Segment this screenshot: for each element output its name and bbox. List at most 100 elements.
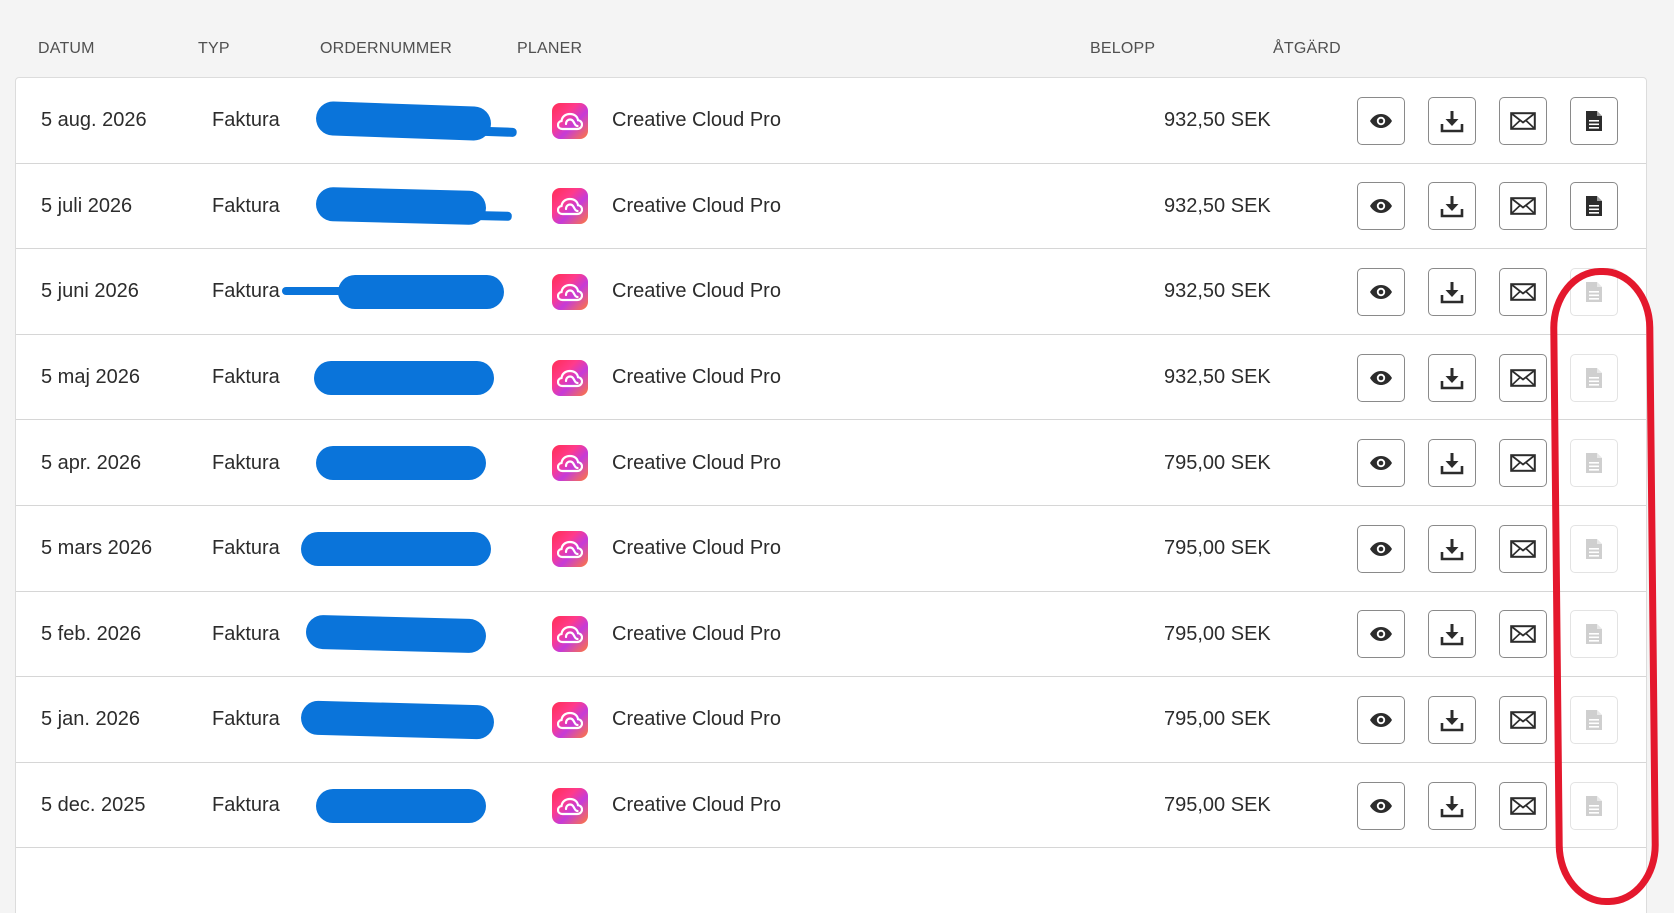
- download-invoice-button[interactable]: [1428, 353, 1476, 402]
- download-invoice-button[interactable]: [1428, 610, 1476, 659]
- eye-icon: [1370, 199, 1392, 214]
- plan-name: Creative Cloud Pro: [612, 537, 781, 560]
- envelope-icon: [1510, 197, 1536, 216]
- view-invoice-button[interactable]: [1357, 267, 1405, 316]
- invoice-type: Faktura: [212, 109, 280, 132]
- document-icon: [1586, 110, 1602, 131]
- document-icon: [1586, 453, 1602, 474]
- download-invoice-button[interactable]: [1428, 695, 1476, 744]
- view-invoice-button[interactable]: [1357, 439, 1405, 488]
- download-invoice-button[interactable]: [1428, 182, 1476, 231]
- view-invoice-button[interactable]: [1357, 695, 1405, 744]
- creative-cloud-icon: [552, 359, 588, 396]
- redaction-mark: [300, 700, 495, 740]
- invoice-date: 5 feb. 2026: [41, 622, 142, 645]
- view-invoice-button[interactable]: [1357, 781, 1405, 830]
- table-header: DATUM TYP ORDERNUMMER PLANER BELOPP ÅTGÄ…: [15, 0, 1647, 77]
- redaction-mark: [282, 274, 504, 309]
- document-icon: [1586, 795, 1602, 816]
- creative-cloud-icon: [552, 701, 588, 738]
- receipt-document-button: [1570, 781, 1618, 830]
- eye-icon: [1370, 284, 1392, 299]
- download-icon: [1440, 281, 1464, 304]
- column-header-plans: PLANER: [517, 40, 583, 57]
- envelope-icon: [1510, 796, 1536, 815]
- receipt-document-button[interactable]: [1570, 182, 1618, 231]
- download-invoice-button[interactable]: [1428, 781, 1476, 830]
- receipt-document-button: [1570, 610, 1618, 659]
- redaction-mark: [316, 788, 486, 823]
- download-invoice-button[interactable]: [1428, 524, 1476, 573]
- eye-icon: [1370, 456, 1392, 471]
- invoice-type: Faktura: [212, 708, 280, 731]
- view-invoice-button[interactable]: [1357, 353, 1405, 402]
- download-invoice-button[interactable]: [1428, 267, 1476, 316]
- email-invoice-button[interactable]: [1499, 781, 1547, 830]
- creative-cloud-icon: [552, 530, 588, 567]
- envelope-icon: [1510, 454, 1536, 472]
- email-invoice-button[interactable]: [1499, 353, 1547, 402]
- invoice-amount: 795,00 SEK: [1164, 794, 1271, 817]
- email-invoice-button[interactable]: [1499, 439, 1547, 488]
- plan-cell: Creative Cloud Pro: [552, 763, 781, 849]
- view-invoice-button[interactable]: [1357, 182, 1405, 231]
- download-icon: [1440, 795, 1464, 817]
- download-invoice-button[interactable]: [1428, 439, 1476, 488]
- order-number-redacted: [286, 677, 566, 763]
- invoice-amount: 932,50 SEK: [1164, 109, 1271, 132]
- email-invoice-button[interactable]: [1499, 96, 1547, 145]
- plan-name: Creative Cloud Pro: [612, 622, 781, 645]
- plan-name: Creative Cloud Pro: [612, 366, 781, 389]
- row-actions: [1357, 78, 1618, 164]
- table-row: 5 apr. 2026 Faktura Creative Cloud Pro 7…: [16, 420, 1646, 506]
- plan-cell: Creative Cloud Pro: [552, 164, 781, 250]
- order-number-redacted: [286, 420, 566, 506]
- email-invoice-button[interactable]: [1499, 695, 1547, 744]
- table-row: 5 feb. 2026 Faktura Creative Cloud Pro 7…: [16, 592, 1646, 678]
- creative-cloud-icon: [552, 445, 588, 482]
- invoice-date: 5 juli 2026: [41, 194, 133, 217]
- email-invoice-button[interactable]: [1499, 610, 1547, 659]
- download-invoice-button[interactable]: [1428, 96, 1476, 145]
- view-invoice-button[interactable]: [1357, 610, 1405, 659]
- table-row: 5 jan. 2026 Faktura Creative Cloud Pro 7…: [16, 677, 1646, 763]
- view-invoice-button[interactable]: [1357, 96, 1405, 145]
- table-row: 5 aug. 2026 Faktura Creative Cloud Pro 9…: [16, 78, 1646, 164]
- order-number-redacted: [286, 164, 566, 250]
- eye-icon: [1370, 798, 1392, 813]
- plan-cell: Creative Cloud Pro: [552, 592, 781, 678]
- column-header-type: TYP: [198, 40, 230, 57]
- eye-icon: [1370, 627, 1392, 642]
- email-invoice-button[interactable]: [1499, 267, 1547, 316]
- column-header-amount: BELOPP: [1090, 40, 1156, 57]
- row-actions: [1357, 164, 1618, 250]
- invoice-date: 5 jan. 2026: [41, 708, 140, 731]
- plan-cell: Creative Cloud Pro: [552, 249, 781, 335]
- invoice-amount: 932,50 SEK: [1164, 366, 1271, 389]
- order-number-redacted: [282, 249, 566, 335]
- invoice-amount: 795,00 SEK: [1164, 537, 1271, 560]
- email-invoice-button[interactable]: [1499, 524, 1547, 573]
- receipt-document-button: [1570, 353, 1618, 402]
- redaction-mark: [315, 187, 487, 226]
- download-icon: [1440, 709, 1464, 732]
- redaction-mark: [315, 100, 492, 141]
- row-actions: [1357, 249, 1618, 335]
- envelope-icon: [1510, 283, 1536, 301]
- invoice-type: Faktura: [212, 794, 280, 817]
- invoice-type: Faktura: [212, 622, 280, 645]
- document-icon: [1586, 538, 1602, 559]
- view-invoice-button[interactable]: [1357, 524, 1405, 573]
- download-icon: [1440, 624, 1464, 646]
- creative-cloud-icon: [552, 188, 588, 225]
- email-invoice-button[interactable]: [1499, 182, 1547, 231]
- receipt-document-button[interactable]: [1570, 96, 1618, 145]
- plan-cell: Creative Cloud Pro: [552, 677, 781, 763]
- creative-cloud-icon: [552, 787, 588, 824]
- invoice-date: 5 dec. 2025: [41, 794, 146, 817]
- invoice-table: 5 aug. 2026 Faktura Creative Cloud Pro 9…: [15, 77, 1647, 913]
- eye-icon: [1370, 541, 1392, 556]
- plan-name: Creative Cloud Pro: [612, 451, 781, 474]
- row-actions: [1357, 335, 1618, 421]
- invoice-amount: 795,00 SEK: [1164, 622, 1271, 645]
